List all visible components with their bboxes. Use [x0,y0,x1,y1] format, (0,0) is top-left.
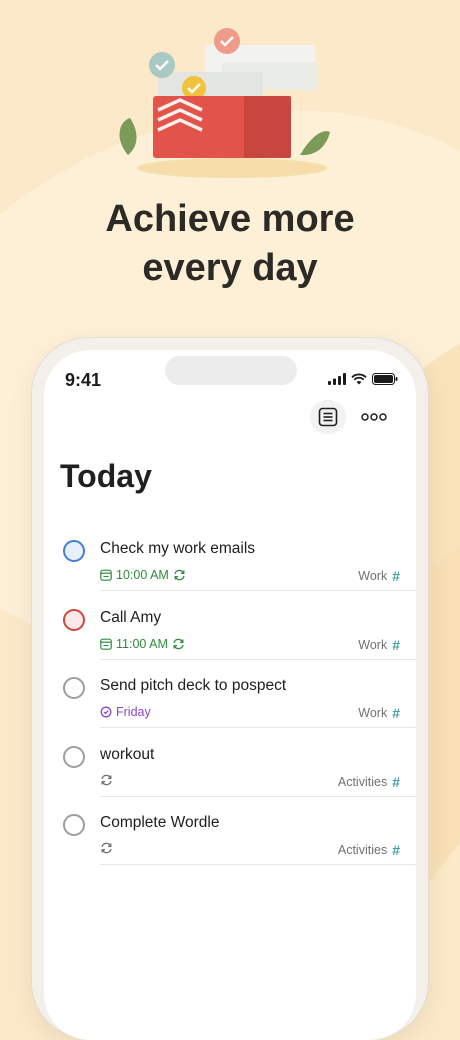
task-project-name: Work [358,706,388,720]
headline-line-2: every day [142,247,318,289]
more-options-icon [361,413,387,421]
task-project-name: Work [358,569,388,583]
task-project[interactable]: Work # [358,637,400,653]
task-meta: 10:00 AM [100,568,186,582]
task-name: Send pitch deck to pospect [100,677,287,694]
task-row[interactable]: Call Amy 11:00 AM Work # [44,592,416,660]
calendar-icon [100,569,112,581]
project-hash-icon: # [392,842,400,858]
task-checkbox[interactable] [63,745,85,768]
task-checkbox[interactable] [63,540,85,562]
task-meta [100,842,113,854]
task-due-date: 11:00 AM [116,636,168,651]
task-checkbox[interactable] [63,677,85,699]
task-name: Call Amy [100,608,162,626]
task-meta: 11:00 AM [100,637,185,651]
recurring-icon [101,774,112,785]
battery-icon [372,373,398,385]
project-hash-icon: # [392,705,400,721]
task-due-date: Friday [116,705,151,719]
signal-icon [328,373,346,385]
hero-illustration [119,28,330,178]
status-icons [328,373,398,385]
phone-screen: 9:41 Today Check my work emails 10:00 AM… [44,350,416,1040]
recurring-icon [173,638,184,649]
view-options-button[interactable] [310,400,346,434]
task-name: Check my work emails [100,540,256,557]
task-project-name: Work [358,637,388,652]
dynamic-island [165,356,297,385]
task-name: Complete Wordle [100,814,220,831]
status-time: 9:41 [65,370,102,390]
task-row[interactable]: workout Activities # [44,729,416,797]
upcoming-icon [100,706,112,718]
task-checkbox[interactable] [63,608,85,631]
wifi-icon [351,373,367,385]
task-project[interactable]: Activities # [338,774,400,790]
project-hash-icon: # [392,773,400,790]
recurring-icon [174,569,185,581]
task-name: workout [100,745,155,763]
task-row[interactable]: Complete Wordle Activities # [44,797,416,865]
project-hash-icon: # [392,636,400,653]
calendar-icon [100,638,112,650]
task-project[interactable]: Work # [358,568,400,584]
task-row[interactable]: Send pitch deck to pospect Friday Work # [44,660,416,728]
page-title: Today [60,458,152,494]
task-project[interactable]: Activities # [338,842,400,858]
headline-line-1: Achieve more [105,198,355,240]
task-checkbox[interactable] [63,814,85,836]
task-project-name: Activities [337,774,388,789]
task-project[interactable]: Work # [358,705,400,721]
phone-frame: 9:41 Today Check my work emails 10:00 AM… [32,338,428,1040]
task-project-name: Activities [337,843,388,857]
recurring-icon [101,842,112,854]
headline: Achieve more every day [0,195,460,293]
task-due-date: 10:00 AM [116,568,169,582]
more-options-button[interactable] [356,400,392,434]
task-meta: Friday [100,705,151,719]
list-view-icon [318,407,338,427]
task-meta [100,774,113,786]
project-hash-icon: # [392,568,400,584]
task-row[interactable]: Check my work emails 10:00 AM Work # [44,523,416,591]
task-divider [100,864,416,865]
